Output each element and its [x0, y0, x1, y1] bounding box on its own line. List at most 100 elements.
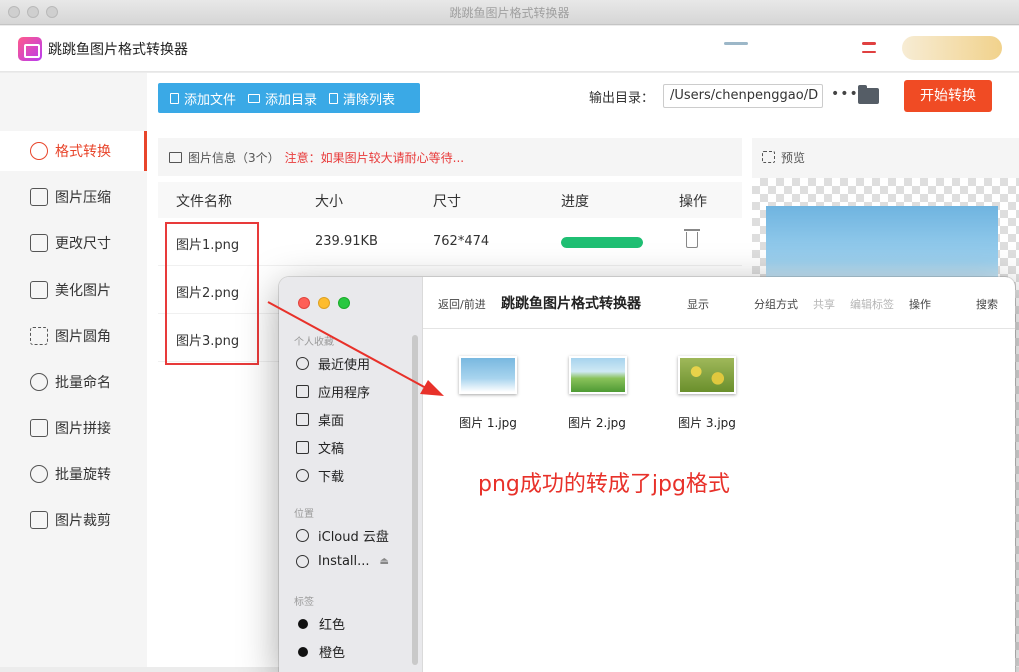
file-dims: 762*474 [433, 234, 490, 249]
open-folder-icon[interactable] [858, 85, 879, 104]
finder-item-label: 下载 [318, 470, 345, 485]
cloud-icon [296, 529, 309, 542]
document-icon [296, 441, 309, 454]
desktop-icon [296, 413, 309, 426]
file-thumbnail[interactable] [459, 356, 517, 394]
finder-sidebar: 个人收藏 最近使用 应用程序 桌面 文稿 下载 位置 iCloud 云盘 Ins… [279, 277, 423, 672]
finder-item-label: 最近使用 [318, 358, 371, 373]
highlight-box [165, 222, 259, 365]
sidebar-item-resize[interactable]: 更改尺寸 [0, 223, 147, 263]
clear-list-button[interactable]: 清除列表 [317, 83, 395, 113]
finder-window-title: 跳跳鱼图片格式转换器 [501, 296, 641, 312]
image-info-bar: 图片信息（3个） 注意：如果图片较大请耐心等待... [158, 138, 742, 176]
sidebar-item-round-corner[interactable]: 图片圆角 [0, 316, 147, 356]
column-header-progress: 进度 [561, 194, 589, 210]
file-thumbnail[interactable] [569, 356, 627, 394]
finder-item-label: iCloud 云盘 [318, 530, 389, 545]
header-decoration [724, 42, 748, 45]
action-button[interactable]: 操作 [909, 296, 931, 312]
edit-tags-button[interactable]: 编辑标签 [850, 296, 894, 312]
start-convert-button[interactable]: 开始转换 [904, 80, 992, 112]
sidebar-item-label: 美化图片 [55, 283, 111, 299]
app-logo-icon [18, 37, 42, 61]
finder-item-recent[interactable]: 最近使用 [296, 354, 370, 373]
finder-item-documents[interactable]: 文稿 [296, 438, 344, 457]
add-file-label: 添加文件 [184, 92, 237, 108]
column-header-action: 操作 [679, 194, 707, 210]
preview-icon [762, 151, 775, 163]
sidebar-item-label: 更改尺寸 [55, 236, 111, 252]
group-by-button[interactable]: 分组方式 [754, 296, 798, 312]
window-title: 跳跳鱼图片格式转换器 [449, 6, 570, 20]
app-header: 跳跳鱼图片格式转换器 [0, 26, 1019, 72]
finder-minimize-button[interactable] [318, 297, 330, 309]
tags-section-label: 标签 [294, 597, 314, 608]
header-menu-icon-line [862, 51, 876, 53]
finder-zoom-button[interactable] [338, 297, 350, 309]
sidebar-item-label: 图片裁剪 [55, 513, 111, 529]
download-icon [296, 469, 309, 482]
disk-icon [296, 555, 309, 568]
app-name: 跳跳鱼图片格式转换器 [48, 42, 188, 58]
folder-icon [248, 93, 261, 103]
sidebar-item-label: 批量旋转 [55, 467, 111, 483]
sidebar-item-format-convert[interactable]: 格式转换 [0, 131, 147, 171]
sidebar-item-compress[interactable]: 图片压缩 [0, 177, 147, 217]
tag-dot-icon [298, 618, 308, 629]
apps-icon [296, 385, 309, 398]
compress-icon [30, 188, 48, 206]
finder-item-downloads[interactable]: 下载 [296, 466, 344, 485]
sidebar-item-rotate[interactable]: 批量旋转 [0, 454, 147, 494]
finder-item-install[interactable]: Install... ⏏ [296, 554, 389, 569]
preview-header: 预览 [752, 138, 1019, 176]
finder-item-label: 应用程序 [318, 386, 371, 401]
beautify-icon [30, 281, 48, 299]
header-menu-icon[interactable] [862, 42, 876, 45]
locations-section-label: 位置 [294, 509, 314, 520]
more-options-button[interactable]: ••• [831, 86, 859, 102]
column-header-name: 文件名称 [176, 194, 232, 210]
share-button[interactable]: 共享 [813, 296, 835, 312]
add-directory-label: 添加目录 [265, 92, 318, 108]
sidebar-item-crop[interactable]: 图片裁剪 [0, 500, 147, 540]
eject-icon[interactable]: ⏏ [380, 556, 389, 567]
sidebar-item-stitch[interactable]: 图片拼接 [0, 408, 147, 448]
add-directory-button[interactable]: 添加目录 [236, 83, 317, 113]
back-forward-button[interactable]: 返回/前进 [438, 296, 486, 312]
sidebar-item-rename[interactable]: 批量命名 [0, 362, 147, 402]
search-button[interactable]: 搜索 [976, 296, 998, 312]
resize-icon [30, 234, 48, 252]
file-name[interactable]: 图片 3.jpg [662, 414, 752, 431]
table-header: 文件名称 大小 尺寸 进度 操作 [158, 182, 742, 218]
sidebar-item-beautify[interactable]: 美化图片 [0, 270, 147, 310]
file-icon [170, 92, 179, 104]
sidebar-item-label: 图片拼接 [55, 421, 111, 437]
delete-icon[interactable] [684, 229, 700, 248]
clear-list-label: 清除列表 [343, 92, 396, 108]
sidebar-item-label: 图片圆角 [55, 329, 111, 345]
finder-item-desktop[interactable]: 桌面 [296, 410, 344, 429]
clock-icon [296, 357, 309, 370]
crop-icon [30, 511, 48, 529]
finder-item-icloud[interactable]: iCloud 云盘 [296, 526, 389, 545]
view-button[interactable]: 显示 [687, 296, 709, 312]
file-name[interactable]: 图片 2.jpg [552, 414, 642, 431]
rename-icon [30, 373, 48, 391]
column-header-size: 大小 [315, 194, 343, 210]
image-icon [169, 151, 182, 163]
finder-item-label: Install... [318, 554, 370, 569]
sidebar-item-label: 批量命名 [55, 375, 111, 391]
finder-tag-orange[interactable]: 橙色 [296, 642, 345, 661]
user-badge[interactable] [902, 36, 1002, 60]
output-dir-input[interactable]: /Users/chenpenggao/D [663, 84, 823, 108]
finder-item-applications[interactable]: 应用程序 [296, 382, 370, 401]
file-name[interactable]: 图片 1.jpg [443, 414, 533, 431]
finder-tag-red[interactable]: 红色 [296, 614, 345, 633]
finder-close-button[interactable] [298, 297, 310, 309]
progress-bar [561, 237, 643, 248]
finder-sidebar-scrollbar[interactable] [412, 335, 418, 665]
progress-fill [561, 237, 643, 248]
file-thumbnail[interactable] [678, 356, 736, 394]
annotation-text: png成功的转成了jpg格式 [478, 472, 730, 497]
add-file-button[interactable]: 添加文件 [158, 83, 236, 113]
